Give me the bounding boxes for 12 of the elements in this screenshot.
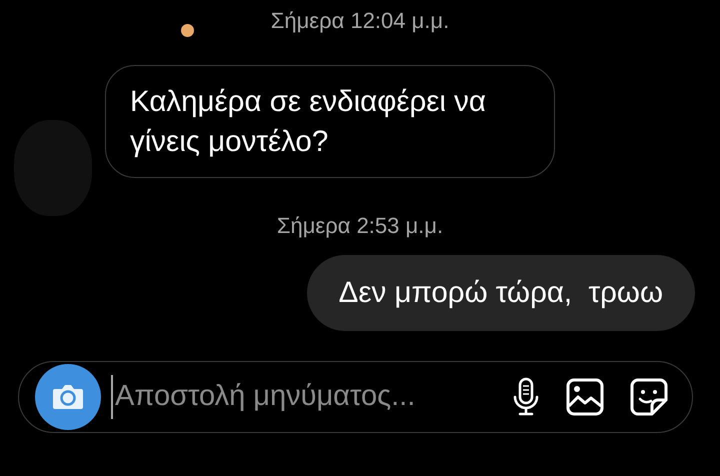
timestamp: Σήμερα 12:04 μ.μ. <box>270 8 450 33</box>
microphone-icon <box>512 377 540 417</box>
camera-button[interactable] <box>35 364 101 430</box>
message-bubble: Δεν μπορώ τώρα, τρωω <box>306 255 695 331</box>
status-dot-icon <box>181 24 194 37</box>
sticker-icon <box>630 378 668 416</box>
timestamp: Σήμερα 2:53 μ.μ. <box>276 213 444 238</box>
message-bubble: Καλημέρα σε ενδιαφέρει να γίνεις μοντέλο? <box>105 65 555 178</box>
message-field[interactable]: Αποστολή μηνύματος... <box>111 375 494 419</box>
image-icon <box>566 378 604 416</box>
camera-icon <box>51 383 85 411</box>
message-composer[interactable]: Αποστολή μηνύματος... <box>18 361 693 433</box>
